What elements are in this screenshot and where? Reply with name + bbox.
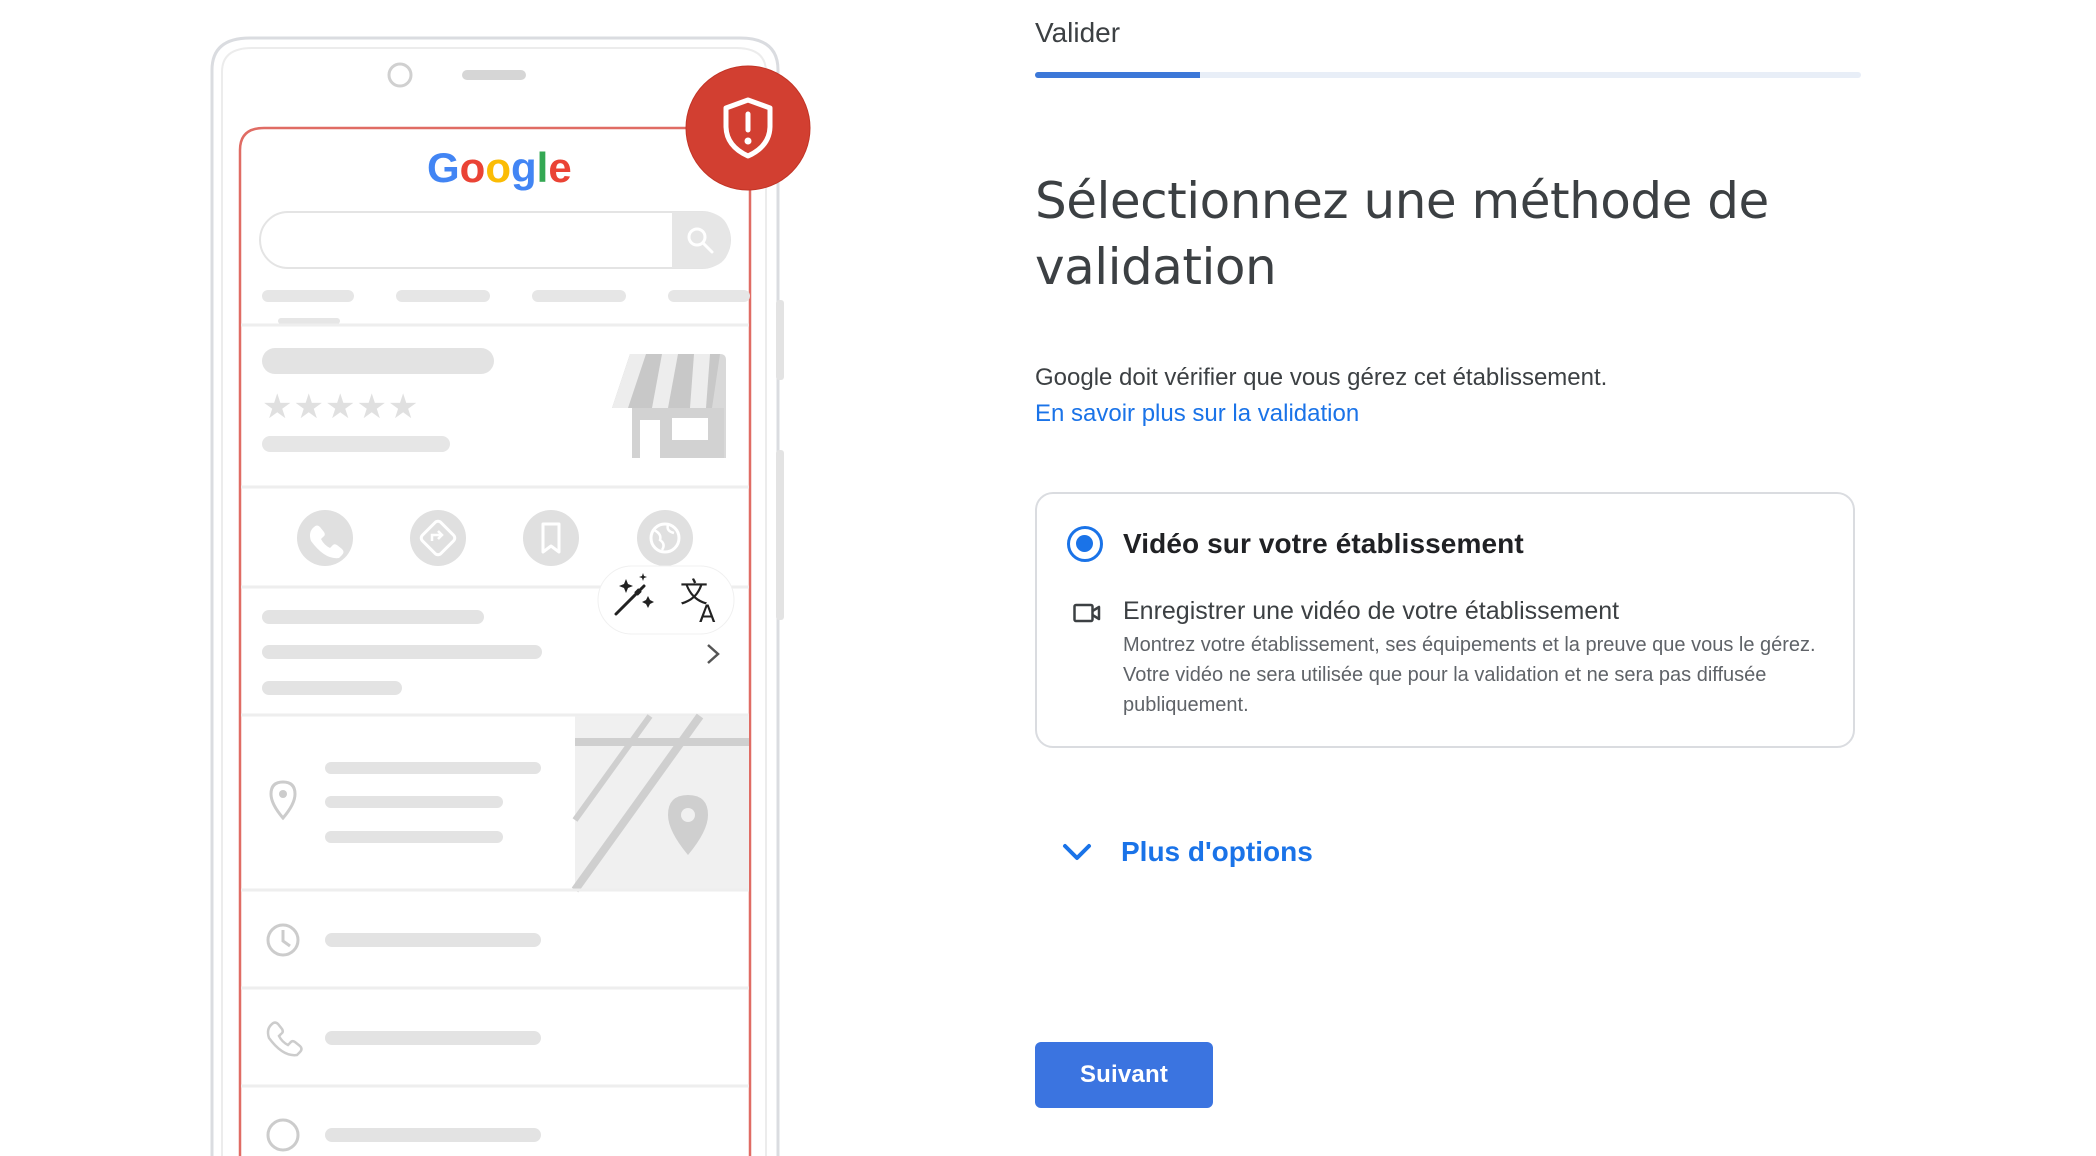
option-title: Vidéo sur votre établissement — [1123, 528, 1524, 559]
google-logo: Google — [427, 144, 572, 191]
option-description: Montrez votre établissement, ses équipem… — [1123, 634, 1816, 716]
verification-content: Valider Sélectionnez une méthode de vali… — [1035, 0, 1865, 1156]
phone-illustration: Google ★★★★★ 文 A — [0, 0, 900, 1156]
progress-bar — [1035, 72, 1861, 78]
verification-page: Google ★★★★★ 文 A Valider Sélectionnez un… — [0, 0, 2096, 1156]
more-options-toggle[interactable]: Plus d'options — [1057, 830, 1313, 874]
phone-screen — [238, 126, 752, 1156]
svg-text:★★★★★: ★★★★★ — [262, 387, 419, 427]
progress-fill — [1035, 72, 1201, 78]
svg-text:A: A — [699, 600, 716, 628]
page-title: Sélectionnez une méthode de validation — [1035, 172, 1769, 296]
more-options-label: Plus d'options — [1121, 836, 1313, 867]
stepper-label: Valider — [1035, 17, 1121, 48]
page-description: Google doit vérifier que vous gérez cet … — [1035, 364, 1608, 391]
radio-button-selected[interactable] — [1067, 526, 1103, 562]
radio-dot — [1076, 535, 1093, 552]
stepper-label-clip: Valider — [1035, 0, 1335, 50]
option-subtitle: Enregistrer une vidéo de votre établisse… — [1123, 597, 1620, 625]
next-button[interactable]: Suivant — [1035, 1042, 1213, 1108]
chevron-down-icon — [1063, 844, 1091, 860]
mock-map — [571, 713, 749, 893]
videocam-icon — [1073, 603, 1101, 623]
verification-option-video[interactable]: Vidéo sur votre établissement Enregistre… — [1035, 492, 1855, 748]
floating-tools-pill[interactable]: 文 A — [597, 565, 735, 635]
shield-alert-badge — [685, 65, 811, 191]
mock-search-bar — [259, 211, 731, 269]
learn-more-link[interactable]: En savoir plus sur la validation — [1035, 398, 1359, 430]
